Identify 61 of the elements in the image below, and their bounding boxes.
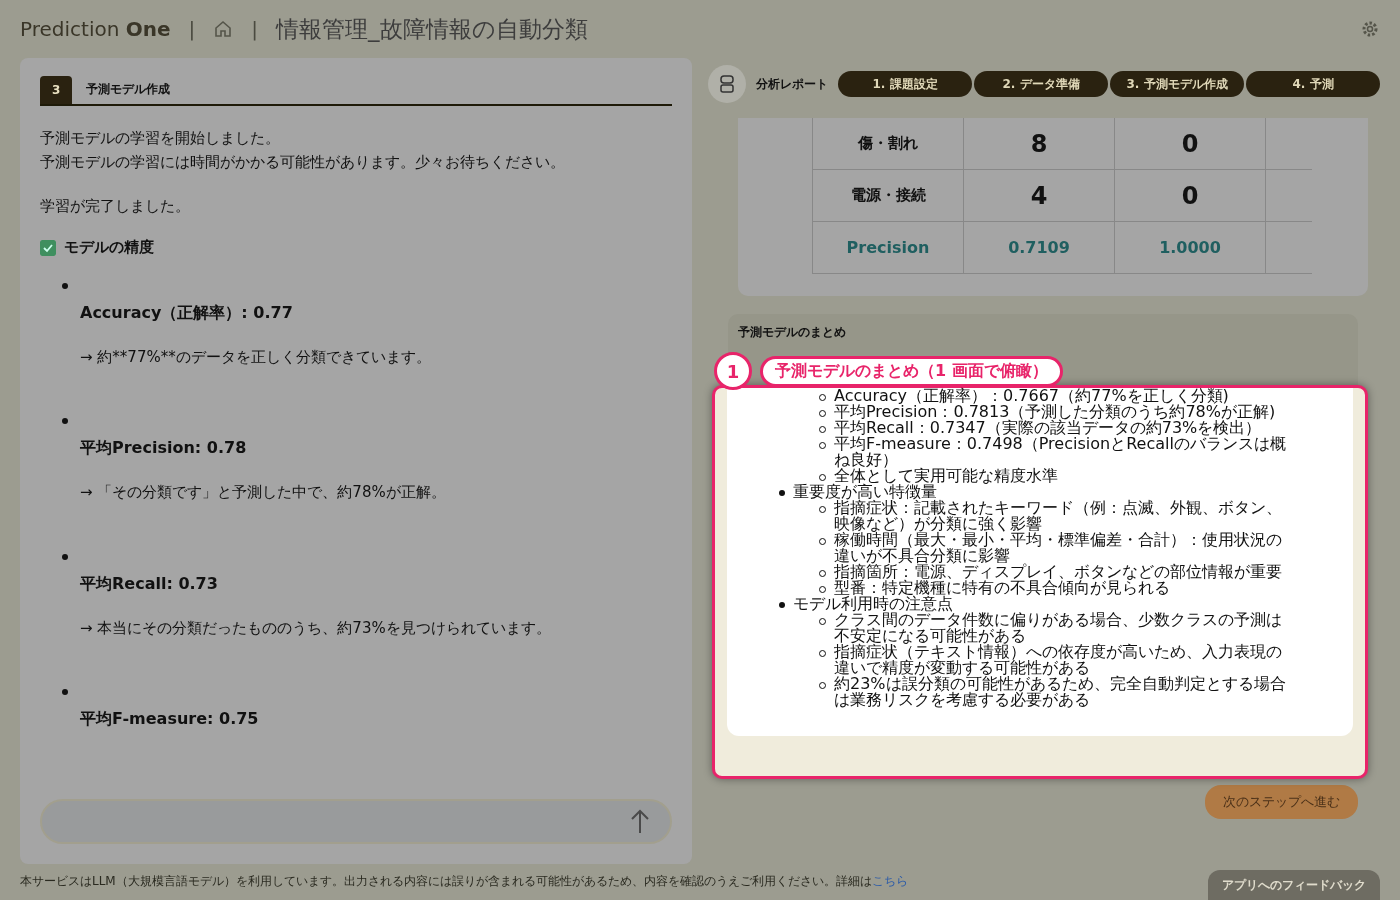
summary-item: クラス間のデータ件数に偏りがある場合、少数クラスの予測は不安定になる可能性がある [834, 612, 1283, 644]
summary-item: 約23%は誤分類の可能性があるため、完全自動判定とする場合は業務リスクを考慮する必要がある [834, 676, 1287, 708]
table-cell: 4 [963, 169, 1115, 222]
metric-description: → 本当にその分類だったもののうち、約73%を見つけられています。 [80, 618, 552, 638]
feedback-button[interactable]: アプリへのフィードバック [1208, 870, 1380, 900]
summary-item: 指摘箇所：電源、ディスプレイ、ボタンなどの部位情報が重要 [834, 564, 1282, 580]
bullet-icon [62, 689, 68, 696]
table-cell: 0.7109 [963, 221, 1115, 274]
send-arrow-icon[interactable] [630, 808, 650, 835]
home-icon[interactable] [213, 19, 234, 39]
progress-step[interactable]: 2. データ準備 [974, 71, 1108, 97]
bullet-icon [779, 490, 785, 496]
summary-item: 稼働時間（最大・最小・平均・標準偏差・合計）：使用状況の違いが不具合分類に影響 [834, 532, 1283, 564]
row-header: 電源・接続 [812, 169, 964, 222]
summary-item: 型番：特定機種に特有の不具合傾向が見られる [834, 580, 1170, 596]
row-header: 傷・割れ [812, 118, 964, 170]
metric-description: → 「その分類です」と予測した中で、約78%が正解。 [80, 483, 447, 503]
disclaimer-text: 本サービスはLLM（大規模言語モデル）を利用しています。出力される内容には誤りが含まれる可能性があるため、内容を確認のうえご利用ください。詳細はこちら [20, 873, 908, 890]
progress-step[interactable]: 1. 課題設定 [838, 71, 972, 97]
bullet-icon [779, 602, 785, 608]
section-title: モデルの精度 [64, 238, 154, 257]
report-label: 分析レポート [756, 75, 828, 93]
summary-heading: モデル利用時の注意点 [793, 596, 953, 612]
message-text: 予測モデルの学習には時間がかかる可能性があります。少々お待ちください。 [40, 152, 566, 173]
metric-title: 平均F-measure: 0.75 [80, 709, 260, 731]
metric-description: → 約**77%**のデータを正しく分類できています。 [80, 348, 432, 367]
callout-number: 1 [714, 352, 752, 390]
table-cell: 0 [1114, 169, 1266, 222]
summary-heading: 重要度が高い特徴量 [793, 484, 937, 500]
metric-title: Accuracy（正解率）: 0.77 [80, 303, 294, 324]
bullet-icon [62, 553, 68, 560]
summary-item: 平均Precision：0.7813（予測した分類のうち約78%が正解) [834, 404, 1276, 420]
summary-item: 平均F-measure：0.7498（PrecisionとRecallのバランスは概ね良好） [834, 436, 1287, 468]
brand-logo: Prediction One [20, 17, 171, 41]
step-title: 予測モデル作成 [86, 81, 171, 98]
bullet-icon [62, 418, 68, 425]
summary-item: 全体として実用可能な精度水準 [834, 468, 1058, 484]
summary-item: 平均Recall：0.7347（実際の該当データの約73%を検出） [834, 420, 1262, 436]
row-header: Precision [812, 221, 964, 274]
table-cell: 8 [963, 118, 1115, 170]
summary-item: 指摘症状（テキスト情報）への依存度が高いため、入力表現の違いで精度が変動する可能性がある [834, 644, 1282, 676]
table-cell: 1.0000 [1114, 221, 1266, 274]
metric-title: 平均Precision: 0.78 [80, 438, 248, 460]
step-number: 3 [40, 76, 73, 104]
summary-title: 予測モデルのまとめ [738, 324, 847, 341]
chat-input-field[interactable] [40, 798, 672, 844]
separator: | [188, 17, 196, 41]
message-text: 学習が完了しました。 [40, 196, 191, 217]
callout-label: 予測モデルのまとめ（1 画面で俯瞰） [760, 355, 1063, 387]
bullet-icon [62, 283, 68, 289]
report-icon[interactable] [708, 65, 746, 103]
message-text: 予測モデルの学習を開始しました。 [40, 128, 281, 149]
separator: | [251, 17, 259, 41]
progress-step[interactable]: 4. 予測 [1246, 71, 1380, 97]
progress-step[interactable]: 3. 予測モデル作成 [1110, 71, 1244, 97]
table-cell: 0 [1114, 118, 1266, 170]
summary-item: Accuracy（正解率）：0.7667（約77%を正しく分類) [834, 388, 1229, 404]
settings-icon[interactable] [1360, 19, 1380, 39]
metric-title: 平均Recall: 0.73 [80, 573, 219, 595]
project-title: 情報管理_故障情報の自動分類 [276, 14, 588, 44]
summary-item: 指摘症状：記載されたキーワード（例：点滅、外観、ボタン、映像など）が分類に強く影響 [834, 500, 1283, 532]
